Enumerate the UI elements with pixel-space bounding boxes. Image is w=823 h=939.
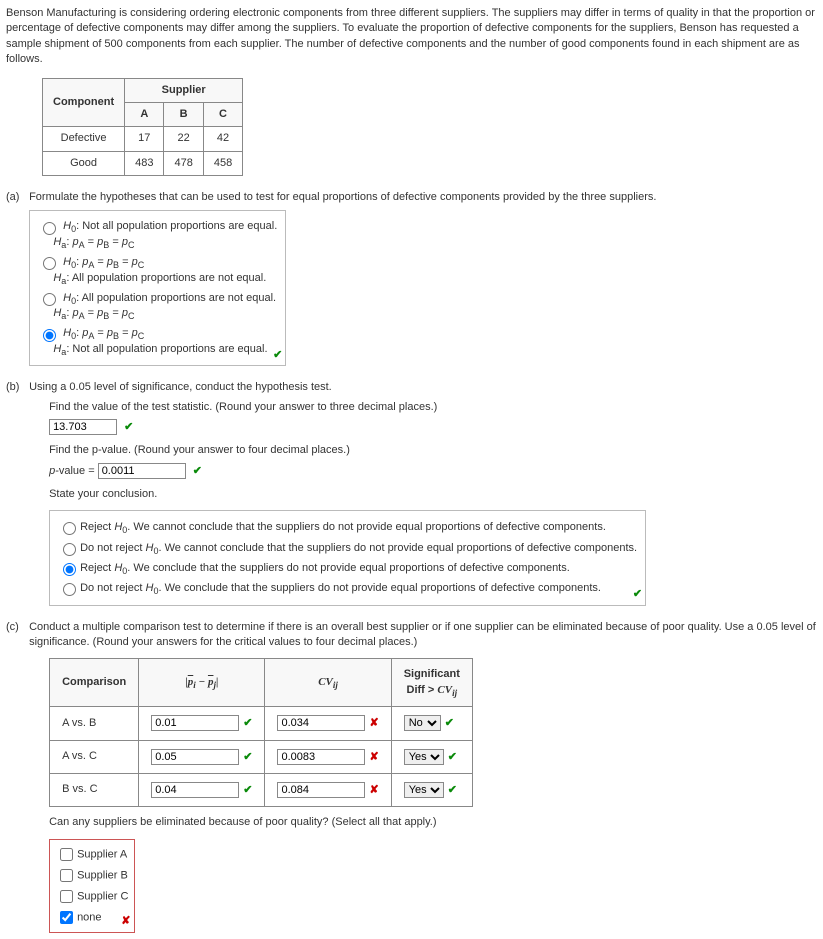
comp-label: B vs. C: [50, 773, 139, 806]
check-icon: ✔: [243, 717, 252, 729]
th-sig: SignificantDiff > CVij: [391, 659, 472, 707]
elim-label: Supplier B: [77, 869, 128, 881]
stat-prompt: Find the value of the test statistic. (R…: [49, 400, 816, 415]
eliminate-options: Supplier A Supplier B Supplier C none ✘: [49, 839, 135, 933]
th-comparison: Comparison: [50, 659, 139, 707]
opt-text: H0: pA = pB = pC Ha: All population prop…: [38, 256, 266, 283]
col-a: A: [125, 102, 164, 126]
elim-label: Supplier C: [77, 890, 128, 902]
sig-select[interactable]: No: [404, 715, 441, 731]
part-b-prompt: Using a 0.05 level of significance, cond…: [29, 381, 332, 393]
check-icon: ✔: [243, 784, 252, 796]
sig-select[interactable]: Yes: [404, 782, 444, 798]
cross-icon: ✘: [121, 914, 130, 929]
check-icon: ✔: [633, 587, 642, 602]
check-icon: ✔: [448, 751, 457, 763]
hyp-option-3[interactable]: [43, 293, 56, 306]
cv-input[interactable]: [277, 782, 365, 798]
check-icon: ✔: [445, 717, 454, 729]
row-good-label: Good: [43, 151, 125, 175]
cell: 458: [203, 151, 242, 175]
opt-text: Reject H0. We cannot conclude that the s…: [80, 521, 606, 533]
conclusion-prompt: State your conclusion.: [49, 487, 816, 502]
cell: 17: [125, 127, 164, 151]
part-c-prompt: Conduct a multiple comparison test to de…: [29, 621, 816, 648]
elim-supplier-b[interactable]: [60, 869, 73, 882]
opt-text: H0: pA = pB = pC Ha: Not all population …: [38, 327, 267, 354]
cell: 483: [125, 151, 164, 175]
col-c: C: [203, 102, 242, 126]
cross-icon: ✘: [369, 717, 378, 729]
elim-supplier-c[interactable]: [60, 890, 73, 903]
hypothesis-options: H0: Not all population proportions are e…: [29, 210, 286, 367]
cross-icon: ✘: [369, 784, 378, 796]
p-prompt: Find the p-value. (Round your answer to …: [49, 443, 816, 458]
part-c: (c) Conduct a multiple comparison test t…: [6, 620, 817, 933]
check-icon: ✔: [243, 751, 252, 763]
part-a-label: (a): [6, 190, 26, 205]
cv-input[interactable]: [277, 749, 365, 765]
opt-text: H0: All population proportions are not e…: [38, 292, 276, 319]
part-c-label: (c): [6, 620, 26, 635]
elim-label: none: [77, 911, 101, 923]
data-table: Component Supplier A B C Defective 17 22…: [42, 78, 243, 177]
opt-text: Do not reject H0. We conclude that the s…: [80, 582, 601, 594]
p-value-label: p-value =: [49, 465, 98, 477]
sig-select[interactable]: Yes: [404, 749, 444, 765]
diff-input[interactable]: [151, 715, 239, 731]
elim-supplier-a[interactable]: [60, 848, 73, 861]
corner-header: Component: [43, 78, 125, 127]
table-row: A vs. C ✔ ✘ Yes ✔: [50, 740, 473, 773]
part-b: (b) Using a 0.05 level of significance, …: [6, 380, 817, 605]
elim-none[interactable]: [60, 911, 73, 924]
hyp-option-1[interactable]: [43, 222, 56, 235]
diff-input[interactable]: [151, 749, 239, 765]
test-statistic-input[interactable]: [49, 419, 117, 435]
comparison-table: Comparison |pi − pj| CVij SignificantDif…: [49, 658, 473, 807]
elim-prompt: Can any suppliers be eliminated because …: [49, 815, 816, 830]
th-cv: CVij: [265, 659, 391, 707]
table-row: A vs. B ✔ ✘ No ✔: [50, 707, 473, 740]
col-b: B: [164, 102, 203, 126]
part-b-label: (b): [6, 380, 26, 395]
cell: 42: [203, 127, 242, 151]
check-icon: ✔: [448, 784, 457, 796]
conc-option-3[interactable]: [63, 563, 76, 576]
check-icon: ✔: [193, 465, 202, 477]
conc-option-2[interactable]: [63, 543, 76, 556]
cell: 22: [164, 127, 203, 151]
supplier-header: Supplier: [125, 78, 243, 102]
hyp-option-4[interactable]: [43, 329, 56, 342]
conclusion-options: Reject H0. We cannot conclude that the s…: [49, 510, 646, 605]
part-a-prompt: Formulate the hypotheses that can be use…: [29, 191, 656, 203]
table-row: B vs. C ✔ ✘ Yes ✔: [50, 773, 473, 806]
check-icon: ✔: [273, 348, 282, 363]
th-diff: |pi − pj|: [139, 659, 265, 707]
opt-text: Reject H0. We conclude that the supplier…: [80, 562, 570, 574]
check-icon: ✔: [124, 421, 133, 433]
conc-option-1[interactable]: [63, 522, 76, 535]
cv-input[interactable]: [277, 715, 365, 731]
diff-input[interactable]: [151, 782, 239, 798]
hyp-option-2[interactable]: [43, 257, 56, 270]
opt-text: Do not reject H0. We cannot conclude tha…: [80, 542, 637, 554]
cell: 478: [164, 151, 203, 175]
elim-label: Supplier A: [77, 848, 127, 860]
cross-icon: ✘: [369, 751, 378, 763]
conc-option-4[interactable]: [63, 583, 76, 596]
comp-label: A vs. B: [50, 707, 139, 740]
row-defective-label: Defective: [43, 127, 125, 151]
p-value-input[interactable]: [98, 463, 186, 479]
problem-intro: Benson Manufacturing is considering orde…: [6, 6, 817, 68]
comp-label: A vs. C: [50, 740, 139, 773]
opt-text: H0: Not all population proportions are e…: [38, 220, 277, 247]
part-a: (a) Formulate the hypotheses that can be…: [6, 190, 817, 366]
